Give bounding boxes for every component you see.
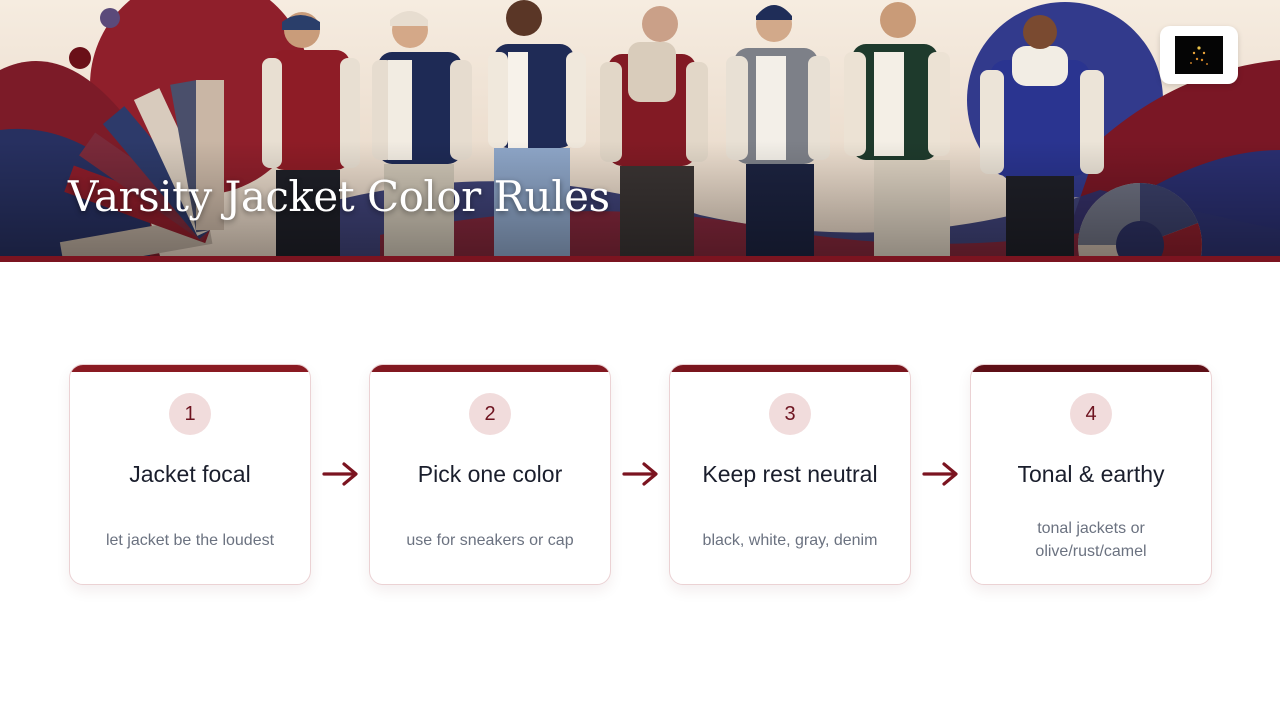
logo-badge (1160, 26, 1238, 84)
step-description: use for sneakers or cap (390, 529, 590, 552)
step-title: Tonal & earthy (1017, 461, 1165, 487)
step-card-3: 3 Keep rest neutral black, white, gray, … (669, 364, 911, 585)
step-description-line: use for sneakers or cap (406, 532, 574, 549)
step-description-line: black, white, gray, denim (702, 532, 878, 549)
step-description: let jacket be the loudest (90, 529, 290, 552)
step-card-2: 2 Pick one color use for sneakers or cap (369, 364, 611, 585)
arrow-right-icon (922, 462, 958, 486)
hero-banner: Varsity Jacket Color Rules (0, 0, 1280, 256)
step-title: Pick one color (417, 461, 563, 487)
step-number-badge: 4 (1070, 393, 1112, 435)
hero-divider (0, 256, 1280, 262)
arrow-right-icon (322, 462, 358, 486)
card-accent-bar (370, 365, 610, 372)
step-description-line: let jacket be the loudest (105, 532, 275, 549)
step-card-4: 4 Tonal & earthy tonal jackets or olive/… (970, 364, 1212, 585)
slide: Varsity Jacket Color Rules 1 Jacket foca… (0, 0, 1280, 720)
card-accent-bar (70, 365, 310, 372)
step-description-line: tonal jackets or (1037, 520, 1145, 537)
card-accent-bar (670, 365, 910, 372)
step-card-1: 1 Jacket focal let jacket be the loudest (69, 364, 311, 585)
step-description-line: olive/rust/camel (1035, 543, 1147, 560)
step-number-badge: 3 (769, 393, 811, 435)
card-accent-bar (971, 365, 1211, 372)
step-title: Jacket focal (129, 461, 251, 487)
step-title: Keep rest neutral (702, 461, 878, 487)
step-description: black, white, gray, denim (690, 529, 890, 552)
step-number-badge: 1 (169, 393, 211, 435)
page-title: Varsity Jacket Color Rules (68, 172, 610, 221)
step-number-badge: 2 (469, 393, 511, 435)
sparkle-logo-icon (1175, 36, 1223, 74)
step-description: tonal jackets or olive/rust/camel (991, 517, 1191, 563)
arrow-right-icon (622, 462, 658, 486)
